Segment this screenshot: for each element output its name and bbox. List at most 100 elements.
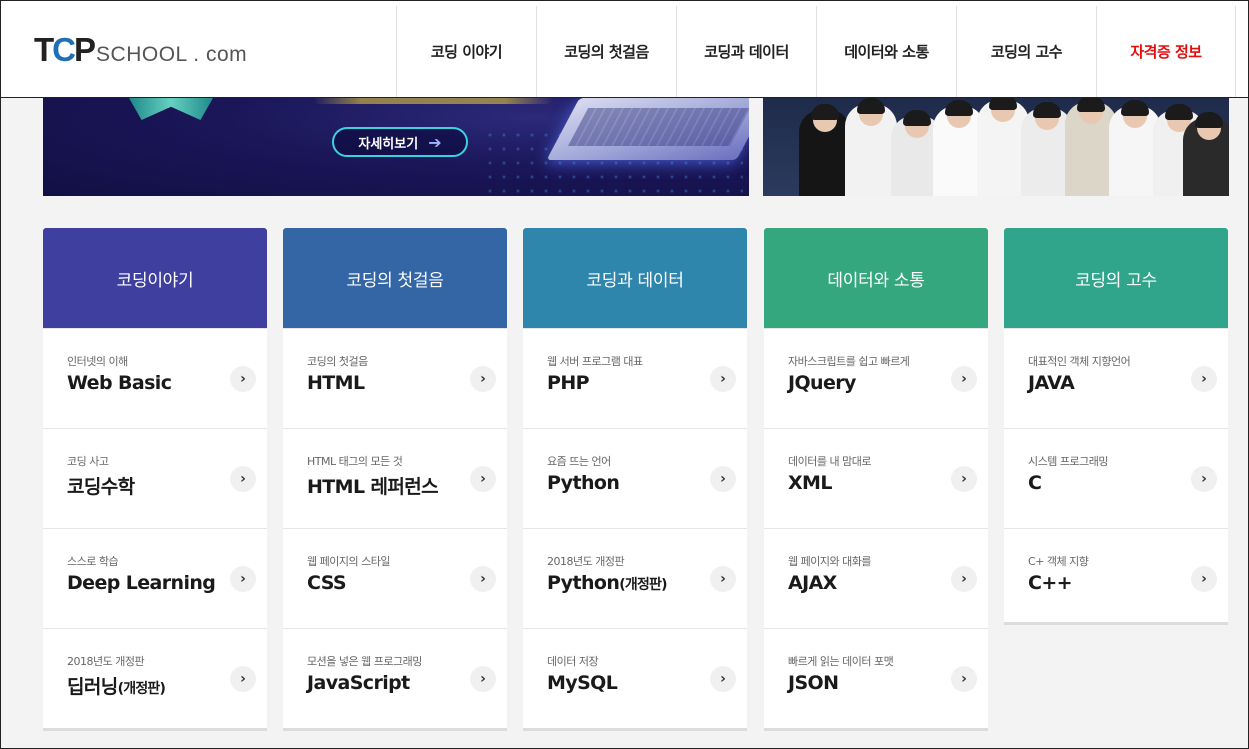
course-title: 코딩수학 — [67, 476, 135, 498]
main-nav: 코딩 이야기 코딩의 첫걸음 코딩과 데이터 데이터와 소통 코딩의 고수 자격… — [396, 6, 1236, 97]
course-item-deep-learning[interactable]: 스스로 학습 Deep Learning › — [43, 528, 267, 628]
course-subtitle: 코딩의 첫걸음 — [307, 355, 368, 368]
course-item-coding-math[interactable]: 코딩 사고 코딩수학 › — [43, 428, 267, 528]
chevron-right-icon[interactable]: › — [710, 566, 736, 592]
nav-coding-first-step[interactable]: 코딩의 첫걸음 — [536, 6, 676, 97]
course-subtitle: C+ 객체 지향 — [1028, 555, 1089, 568]
course-item-css[interactable]: 웹 페이지의 스타일 CSS › — [283, 528, 507, 628]
course-item-cpp[interactable]: C+ 객체 지향 C++ › — [1004, 528, 1228, 622]
course-item-html-reference[interactable]: HTML 태그의 모든 것 HTML 레퍼런스 › — [283, 428, 507, 528]
nav-coding-story[interactable]: 코딩 이야기 — [396, 6, 536, 97]
revision-suffix: (개정판) — [619, 577, 667, 593]
person-figure — [799, 104, 851, 196]
course-item-python-revised[interactable]: 2018년도 개정판 Python(개정판) › — [523, 528, 747, 628]
course-item-deep-learning-revised[interactable]: 2018년도 개정판 딥러닝(개정판) › — [43, 628, 267, 728]
chevron-right-icon[interactable]: › — [1191, 466, 1217, 492]
column-header[interactable]: 코딩이야기 — [43, 228, 267, 328]
column-header[interactable]: 코딩의 첫걸음 — [283, 228, 507, 328]
chevron-right-icon[interactable]: › — [710, 666, 736, 692]
course-title: C++ — [1028, 572, 1073, 594]
chevron-right-icon[interactable]: › — [230, 466, 256, 492]
course-subtitle: 웹 서버 프로그램 대표 — [547, 355, 643, 368]
chevron-right-icon[interactable]: › — [230, 366, 256, 392]
course-subtitle: 웹 페이지의 스타일 — [307, 555, 390, 568]
course-item-ajax[interactable]: 웹 페이지와 대화를 AJAX › — [764, 528, 988, 628]
logo-school: SCHOOL . com — [96, 43, 248, 66]
revision-suffix: (개정판) — [117, 681, 166, 697]
course-column-first-step: 코딩의 첫걸음 코딩의 첫걸음 HTML › HTML 태그의 모든 것 HTM… — [283, 228, 507, 728]
course-title: MySQL — [547, 672, 618, 694]
chevron-right-icon[interactable]: › — [1191, 566, 1217, 592]
course-title: AJAX — [788, 572, 837, 594]
nav-coding-data[interactable]: 코딩과 데이터 — [676, 6, 816, 97]
site-header: TCP SCHOOL . com 코딩 이야기 코딩의 첫걸음 코딩과 데이터 … — [1, 1, 1248, 98]
course-subtitle: 인터넷의 이해 — [67, 355, 128, 368]
detail-button[interactable]: 자세히보기 ➔ — [332, 127, 468, 157]
detail-button-label: 자세히보기 — [358, 136, 419, 152]
course-item-javascript[interactable]: 모션을 넣은 웹 프로그래밍 JavaScript › — [283, 628, 507, 728]
course-column-coding-data: 코딩과 데이터 웹 서버 프로그램 대표 PHP › 요즘 뜨는 언어 Pyth… — [523, 228, 747, 728]
course-subtitle: 2018년도 개정판 — [67, 655, 145, 668]
course-title: PHP — [547, 372, 590, 394]
chevron-right-icon[interactable]: › — [951, 466, 977, 492]
course-item-json[interactable]: 빠르게 읽는 데이터 포맷 JSON › — [764, 628, 988, 728]
chevron-right-icon[interactable]: › — [470, 666, 496, 692]
course-subtitle: 요즘 뜨는 언어 — [547, 455, 611, 468]
chevron-right-icon[interactable]: › — [230, 566, 256, 592]
course-title: Python(개정판) — [547, 572, 668, 594]
course-subtitle: 대표적인 객체 지향언어 — [1028, 355, 1131, 368]
chevron-right-icon[interactable]: › — [710, 466, 736, 492]
chevron-right-icon[interactable]: › — [470, 566, 496, 592]
course-item-xml[interactable]: 데이터를 내 맘대로 XML › — [764, 428, 988, 528]
chevron-right-icon[interactable]: › — [710, 366, 736, 392]
chevron-right-icon[interactable]: › — [230, 666, 256, 692]
course-subtitle: 웹 페이지와 대화를 — [788, 555, 871, 568]
nav-certificate-info[interactable]: 자격증 정보 — [1096, 6, 1236, 97]
course-subtitle: 2018년도 개정판 — [547, 555, 625, 568]
course-item-mysql[interactable]: 데이터 저장 MySQL › — [523, 628, 747, 728]
course-item-python[interactable]: 요즘 뜨는 언어 Python › — [523, 428, 747, 528]
course-subtitle: 코딩 사고 — [67, 455, 109, 468]
course-title: 딥러닝(개정판) — [67, 676, 166, 698]
course-item-html[interactable]: 코딩의 첫걸음 HTML › — [283, 328, 507, 428]
chevron-right-icon[interactable]: › — [470, 366, 496, 392]
column-header[interactable]: 코딩의 고수 — [1004, 228, 1228, 328]
course-column-coding-story: 코딩이야기 인터넷의 이해 Web Basic › 코딩 사고 코딩수학 › 스… — [43, 228, 267, 728]
course-item-c[interactable]: 시스템 프로그래밍 C › — [1004, 428, 1228, 528]
person-figure — [1183, 112, 1229, 196]
logo-tcp: TCP — [34, 31, 96, 68]
course-subtitle: 시스템 프로그래밍 — [1028, 455, 1108, 468]
course-subtitle: 자바스크립트를 쉽고 빠르게 — [788, 355, 910, 368]
site-logo[interactable]: TCP SCHOOL . com — [34, 31, 247, 71]
course-title: Deep Learning — [67, 572, 216, 594]
course-item-jquery[interactable]: 자바스크립트를 쉽고 빠르게 JQuery › — [764, 328, 988, 428]
nav-data-communication[interactable]: 데이터와 소통 — [816, 6, 956, 97]
laptop-graphic — [546, 98, 749, 160]
chevron-right-icon[interactable]: › — [1191, 366, 1217, 392]
column-header[interactable]: 데이터와 소통 — [764, 228, 988, 328]
course-title: CSS — [307, 572, 347, 594]
course-item-web-basic[interactable]: 인터넷의 이해 Web Basic › — [43, 328, 267, 428]
chevron-right-icon[interactable]: › — [951, 366, 977, 392]
column-header[interactable]: 코딩과 데이터 — [523, 228, 747, 328]
promo-banner-right[interactable] — [763, 98, 1229, 196]
nav-coding-master[interactable]: 코딩의 고수 — [956, 6, 1096, 97]
course-title: HTML 레퍼런스 — [307, 476, 439, 498]
course-title: XML — [788, 472, 832, 494]
course-title: JQuery — [788, 372, 856, 394]
course-column-coding-master: 코딩의 고수 대표적인 객체 지향언어 JAVA › 시스템 프로그래밍 C ›… — [1004, 228, 1228, 622]
chevron-right-icon[interactable]: › — [470, 466, 496, 492]
course-item-java[interactable]: 대표적인 객체 지향언어 JAVA › — [1004, 328, 1228, 428]
course-item-php[interactable]: 웹 서버 프로그램 대표 PHP › — [523, 328, 747, 428]
course-subtitle: 모션을 넣은 웹 프로그래밍 — [307, 655, 422, 668]
course-title: JavaScript — [307, 672, 410, 694]
course-title: Web Basic — [67, 372, 172, 394]
chevron-right-icon[interactable]: › — [951, 566, 977, 592]
course-subtitle: 데이터 저장 — [547, 655, 599, 668]
course-subtitle: 데이터를 내 맘대로 — [788, 455, 871, 468]
chevron-right-icon[interactable]: › — [951, 666, 977, 692]
course-subtitle: 스스로 학습 — [67, 555, 119, 568]
course-subtitle: 빠르게 읽는 데이터 포맷 — [788, 655, 894, 668]
ribbon-graphic — [129, 98, 213, 120]
course-subtitle: HTML 태그의 모든 것 — [307, 455, 403, 468]
